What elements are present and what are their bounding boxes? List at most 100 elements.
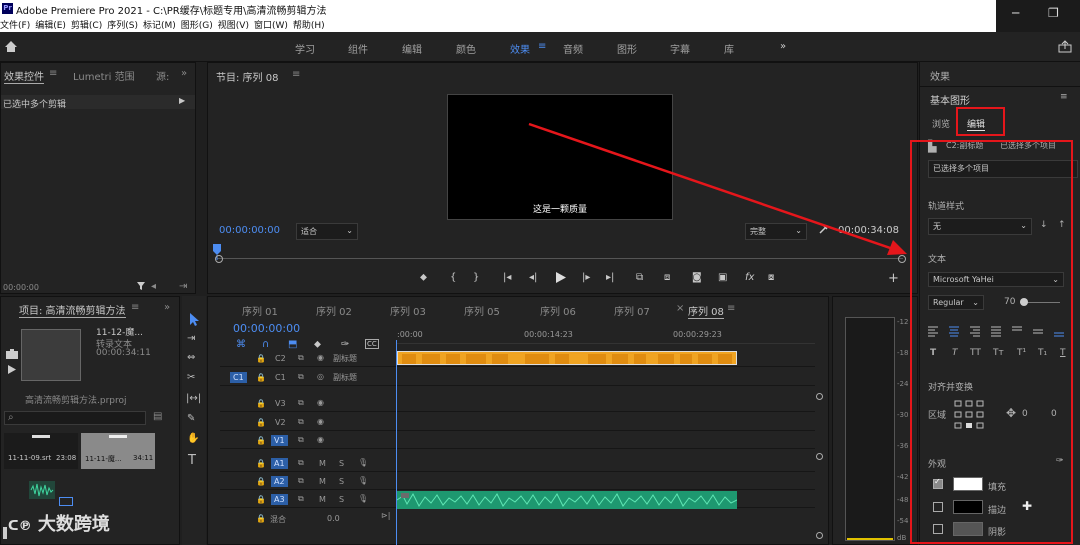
step-back-icon[interactable]: ◂|: [529, 272, 537, 283]
workspace-effects[interactable]: 效果: [510, 41, 530, 56]
hand-tool-icon[interactable]: ✋: [187, 433, 199, 444]
new-bin-icon[interactable]: ▤: [153, 411, 162, 422]
sync-lock-icon[interactable]: ⧉: [298, 353, 304, 363]
menu-sequence[interactable]: 序列(S): [107, 18, 138, 31]
timeline-ruler[interactable]: :00:00 00:00:14:23 00:00:29:23: [397, 324, 815, 344]
workspace-captions[interactable]: 字幕: [670, 41, 690, 56]
scroll-handle-icon[interactable]: [815, 392, 824, 401]
sync-lock-icon[interactable]: ⧉: [298, 398, 304, 408]
filter-icon[interactable]: [136, 281, 146, 291]
sequence-tab[interactable]: 序列 03: [390, 303, 426, 318]
microphone-icon[interactable]: 🎙: [358, 494, 368, 503]
sequence-tab[interactable]: 序列 02: [316, 303, 352, 318]
minimize-button[interactable]: ─: [1012, 6, 1019, 20]
lock-icon[interactable]: 🔒: [256, 354, 266, 363]
play-icon[interactable]: [556, 272, 566, 283]
audio-file-icon[interactable]: [29, 481, 55, 499]
menu-clip[interactable]: 剪辑(C): [71, 18, 102, 31]
lock-icon[interactable]: 🔒: [256, 373, 266, 382]
sync-lock-icon[interactable]: ⧉: [298, 458, 304, 468]
vr-video-icon[interactable]: ⧇: [768, 272, 774, 283]
solo-button[interactable]: S: [339, 495, 344, 504]
ripple-edit-tool-icon[interactable]: ⇔: [187, 352, 195, 363]
go-to-in-icon[interactable]: |◂: [503, 272, 511, 283]
menu-markers[interactable]: 标记(M): [143, 18, 176, 31]
timeline-playhead[interactable]: [396, 340, 397, 545]
tab-lumetri-scopes[interactable]: Lumetri 范围: [73, 68, 135, 83]
type-tool-icon[interactable]: T: [188, 453, 196, 468]
clip-thumbnail[interactable]: [21, 329, 81, 381]
workspace-editing[interactable]: 编辑: [402, 41, 422, 56]
lock-icon[interactable]: 🔒: [256, 459, 266, 468]
track-a2[interactable]: 🔒 A2 ⧉ M S 🎙: [220, 473, 815, 490]
add-marker-icon[interactable]: ⬥: [314, 339, 321, 350]
program-scrub-bar[interactable]: [217, 258, 903, 259]
lock-icon[interactable]: 🔒: [256, 495, 266, 504]
caption-clip-c2[interactable]: [397, 351, 737, 365]
track-id[interactable]: A2: [271, 476, 288, 487]
bin-item[interactable]: 11-11-魔... 34:11: [81, 433, 155, 469]
sequence-tab[interactable]: 序列 05: [464, 303, 500, 318]
workspace-menu-icon[interactable]: ≡: [538, 41, 546, 52]
lock-icon[interactable]: 🔒: [256, 436, 266, 445]
home-icon[interactable]: [4, 40, 18, 53]
project-tab[interactable]: 项目: 高清流畅剪辑方法: [19, 302, 126, 318]
out-point-handle-icon[interactable]: [897, 254, 907, 264]
audio-clip-a3[interactable]: [397, 491, 737, 509]
close-tab-icon[interactable]: ×: [676, 303, 684, 314]
microphone-icon[interactable]: 🎙: [358, 458, 368, 467]
program-menu-icon[interactable]: ≡: [292, 69, 300, 80]
menu-edit[interactable]: 编辑(E): [35, 18, 66, 31]
lock-icon[interactable]: 🔒: [256, 418, 266, 427]
effect-controls-timecode[interactable]: 00:00:00: [3, 283, 39, 292]
add-button-icon[interactable]: +: [888, 271, 899, 286]
mix-end-icon[interactable]: ⊳|: [381, 511, 390, 520]
mark-in-icon[interactable]: {: [450, 272, 456, 283]
fit-dropdown[interactable]: 适合 ⌄: [296, 223, 358, 240]
bin-item[interactable]: 11-11-09.srt 23:08: [4, 433, 78, 469]
solo-button[interactable]: S: [339, 459, 344, 468]
in-point-handle-icon[interactable]: [214, 254, 224, 264]
tab-source[interactable]: 源:: [156, 68, 169, 83]
lock-icon[interactable]: 🔒: [256, 399, 266, 408]
program-video-frame[interactable]: 这是一颗质量: [447, 94, 673, 220]
lock-icon[interactable]: 🔒: [256, 514, 266, 523]
track-target[interactable]: C1: [230, 372, 247, 383]
sequence-tab[interactable]: 序列 06: [540, 303, 576, 318]
menu-view[interactable]: 视图(V): [218, 18, 249, 31]
tab-effect-controls[interactable]: 效果控件: [4, 68, 44, 84]
selection-tool-icon[interactable]: [188, 312, 200, 326]
play-thumbnail-icon[interactable]: [8, 365, 16, 374]
sync-lock-icon[interactable]: ⧉: [298, 372, 304, 382]
captions-icon[interactable]: CC: [365, 339, 379, 349]
playhead-timecode[interactable]: 00:00:00:00: [219, 225, 280, 236]
share-icon[interactable]: [1058, 40, 1072, 53]
restore-button[interactable]: ❐: [1048, 6, 1059, 20]
mute-button[interactable]: M: [319, 495, 326, 504]
track-select-tool-icon[interactable]: ⇥: [187, 333, 195, 344]
project-search-input[interactable]: ⌕: [4, 411, 146, 425]
scroll-handle-icon[interactable]: [815, 452, 824, 461]
mute-button[interactable]: M: [319, 477, 326, 486]
extract-icon[interactable]: ⧈: [664, 272, 670, 283]
project-scrollbar[interactable]: [3, 527, 7, 539]
menu-graphics[interactable]: 图形(G): [181, 18, 213, 31]
mix-track[interactable]: 🔒 混合 0.0 ⊳|: [220, 510, 815, 527]
workspace-assembly[interactable]: 组件: [348, 41, 368, 56]
pen-tool-icon[interactable]: ✎: [187, 413, 195, 424]
go-to-out-icon[interactable]: ▸|: [606, 272, 614, 283]
effects-header[interactable]: 效果: [930, 68, 950, 83]
expand-icon[interactable]: ▶: [179, 96, 185, 105]
track-id[interactable]: A3: [271, 494, 288, 505]
workspace-graphics[interactable]: 图形: [617, 41, 637, 56]
timeline-timecode[interactable]: 00:00:00:00: [233, 322, 300, 335]
project-menu-icon[interactable]: ≡: [131, 302, 139, 313]
menu-window[interactable]: 窗口(W): [254, 18, 288, 31]
track-v2[interactable]: 🔒 V2 ⧉ ◉: [220, 414, 815, 431]
panel-more-icon[interactable]: »: [181, 68, 187, 79]
sequence-tab-active[interactable]: 序列 08: [688, 303, 724, 319]
sync-lock-icon[interactable]: ⧉: [298, 417, 304, 427]
track-c1[interactable]: C1 🔒 C1 ⧉ ◎ 副标题: [220, 369, 815, 386]
project-more-icon[interactable]: »: [164, 302, 170, 313]
slip-tool-icon[interactable]: |↔|: [186, 393, 201, 404]
